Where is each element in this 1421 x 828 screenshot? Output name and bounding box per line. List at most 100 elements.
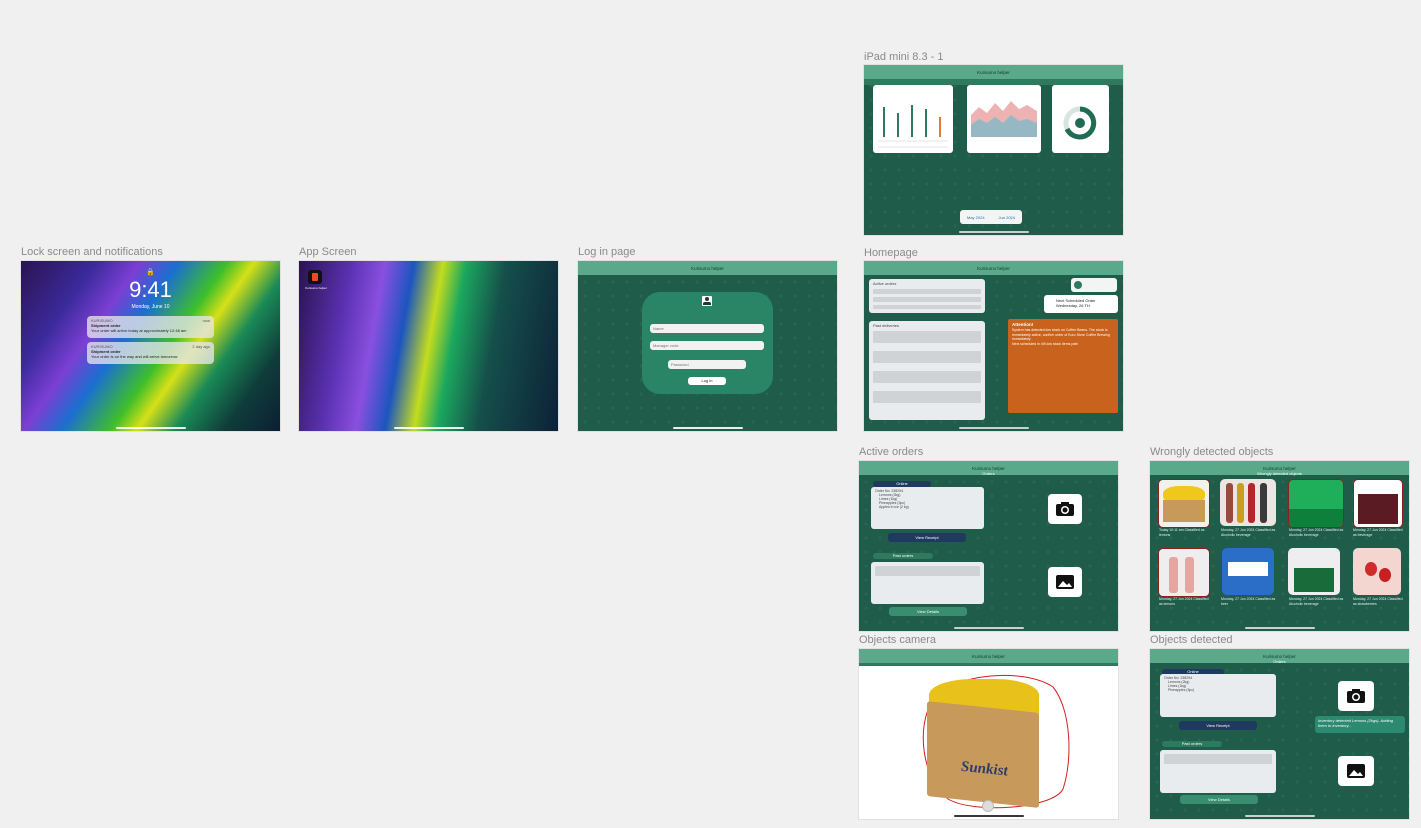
lock-icon: 🔒 [146,269,155,276]
frame-label-objects-detected: Objects detected [1150,634,1233,646]
tile-caption: Monday, 27 Jun 2024 Classified as lemons [1159,597,1209,606]
past-deliveries-title: Past deliveries [873,323,900,328]
shutter-button[interactable] [982,800,994,812]
frame-active-orders: Kurisumo helper Orders Online Order No: … [859,461,1118,631]
frame-label-app-screen: App Screen [299,246,357,258]
attention-item-1: System has detected low stock on Coffee … [1012,328,1110,341]
gallery-button[interactable] [1048,567,1082,597]
detection-toast: Inventory detected Lemons (2kgs). Adding… [1315,716,1405,733]
tile-caption: Monday, 27 Jun 2024 Classified as bevera… [1353,528,1403,537]
frame-wrongly-detected: Kurisumo helper Wrongly detected objects… [1150,461,1409,631]
attention-item-2: Next scheduled in 4th low stock items pa… [1012,341,1079,346]
frame-login: Kurisumo helper Log in [578,261,837,431]
top-bar: Kurisumo helper [864,65,1123,79]
frame-label-active-orders: Active orders [859,446,924,458]
area-chart-card[interactable] [967,85,1041,153]
past-deliveries-panel[interactable]: Past deliveries [869,321,985,420]
past-order-panel[interactable] [871,562,984,604]
home-indicator [1244,815,1315,817]
view-receipt-button[interactable]: View Receipt [1179,721,1257,730]
image-icon [1347,764,1365,778]
frame-label-objects-camera: Objects camera [859,634,937,646]
page-title: Orders [1273,659,1286,664]
attention-panel: Attention! System has detected low stock… [1008,319,1118,413]
bar-chart-graphic [878,105,948,148]
name-input[interactable] [650,324,764,333]
home-indicator [953,627,1024,629]
password-input[interactable] [668,360,746,369]
camera-button[interactable] [1338,681,1374,711]
notification-time: now [202,318,210,323]
month-chip-2[interactable]: Jun 2024 [999,215,1015,220]
gauge-graphic [1063,106,1097,140]
month-picker[interactable]: May 2024 Jun 2024 [960,210,1022,224]
app-title: Kurisumo helper [977,69,1010,75]
detected-tile-green-bottles[interactable] [1288,479,1344,528]
tile-caption: Monday, 27 Jun 2024 Classified as Alcoho… [1221,528,1276,537]
app-title: Kurisumo helper [977,265,1010,271]
home-indicator [953,815,1024,817]
frame-label-homepage: Homepage [864,247,918,259]
home-indicator [393,427,464,429]
app-title: Kurisumo helper [1263,653,1296,659]
frame-lock-screen: 🔒 9:41 Monday, June 10 KURISUMO now Shipm… [21,261,280,431]
notification-body: Your order will arrive today at approxim… [91,328,187,333]
notification-body: Your order is on the way and will arrive… [91,354,178,359]
manager-code-input[interactable] [650,341,764,350]
tile-caption: Monday, 27 Jun 2024 Classified as Alcoho… [1289,528,1344,537]
attention-title: Attention! [1012,322,1034,327]
notification-1[interactable]: KURISUMO now Shipment order Your order wi… [87,316,214,338]
box-graphic: Sunkist [927,701,1039,808]
notification-time: 2 day ago [192,344,210,349]
gallery-button[interactable] [1338,756,1374,786]
area-chart-graphic [971,101,1037,137]
detected-tile-bottles[interactable] [1220,479,1276,526]
frame-label-login: Log in page [578,246,636,258]
notification-2[interactable]: KURISUMO 2 day ago Shipment order Your or… [87,342,214,364]
detected-tile-corona[interactable] [1222,548,1274,595]
detected-tile-heineken[interactable] [1288,548,1340,595]
detected-tile-cider[interactable] [1353,479,1403,528]
detected-tile-rose[interactable] [1158,548,1210,597]
past-orders-label[interactable]: Past orders [873,553,933,559]
app-title: Kurisumo helper [972,465,1005,471]
app-icon-label: Kurisumo helper [305,286,327,290]
month-chip-1[interactable]: May 2024 [967,215,985,220]
home-indicator [958,427,1029,429]
login-button[interactable]: Log in [688,377,726,385]
order-panel[interactable]: Order No: 238294 Lemons (2kg) Limes (1kg… [1160,674,1276,717]
active-orders-title: Active orders [873,281,897,286]
box-brand: Sunkist [961,758,1008,780]
detected-tile-lemons[interactable] [1158,479,1210,528]
home-indicator [672,427,743,429]
bar-chart-card[interactable] [873,85,953,153]
page-title: Wrongly detected objects [1257,471,1302,476]
view-receipt-button[interactable]: View Receipt [888,533,966,542]
gauge-chart-card[interactable] [1052,85,1109,153]
frame-label-lock: Lock screen and notifications [21,246,163,258]
order-item: Apples in ice (2 kg) [879,505,909,509]
home-indicator [958,231,1029,233]
login-card: Log in [642,292,773,394]
view-details-button[interactable]: View Details [889,607,967,616]
detected-tile-strawberries[interactable] [1353,548,1401,595]
app-title: Kurisumo helper [1263,465,1296,471]
view-details-button[interactable]: View Details [1180,795,1258,804]
lock-date: Monday, June 10 [131,304,170,310]
camera-button[interactable] [1048,494,1082,524]
active-orders-panel[interactable]: Active orders [869,279,985,313]
avatar-chip[interactable] [1071,278,1117,292]
app-title: Kurisumo helper [972,653,1005,659]
order-panel[interactable]: Order No: 238294 Lemons (2kg) Limes (1kg… [871,487,984,529]
user-icon [702,296,712,306]
app-icon[interactable] [308,270,322,284]
past-order-panel[interactable] [1160,750,1276,793]
frame-label-wrongly: Wrongly detected objects [1150,446,1274,458]
frame-app-screen: Kurisumo helper [299,261,558,431]
past-orders-label[interactable]: Past orders [1162,741,1222,747]
next-delivery-card[interactable]: Next Scheduled Order Wednesday, 26 TH [1044,295,1118,313]
app-logo-icon [312,273,318,281]
tile-caption: Monday, 27 Jun 2024 Classified as strawb… [1353,597,1403,606]
avatar [1074,281,1082,289]
frame-objects-camera: Kurisumo helper Sunkist [859,649,1118,819]
